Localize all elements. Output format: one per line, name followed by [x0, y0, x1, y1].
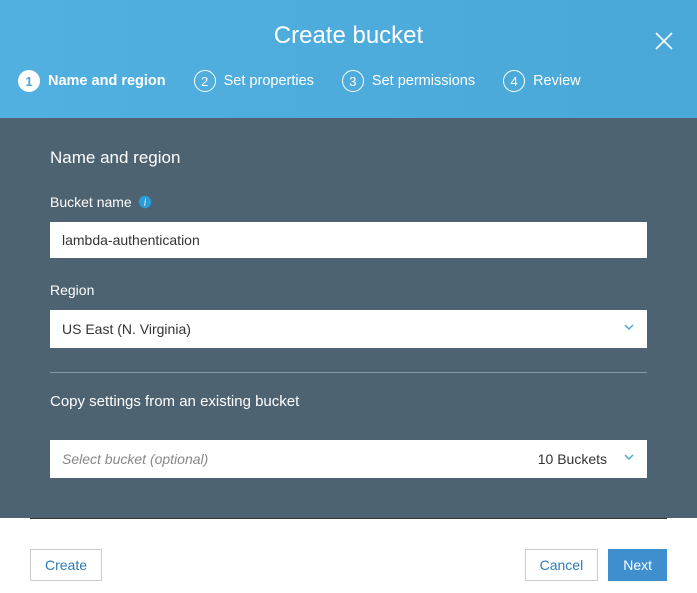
close-button[interactable]: [653, 30, 675, 57]
cancel-button[interactable]: Cancel: [525, 549, 599, 581]
create-button[interactable]: Create: [30, 549, 102, 581]
step-number: 3: [342, 70, 364, 92]
bucket-count: 10 Buckets: [538, 451, 607, 467]
step-number: 4: [503, 70, 525, 92]
step-name-and-region[interactable]: 1 Name and region: [18, 70, 166, 92]
dialog-footer: Create Cancel Next: [30, 518, 667, 592]
step-label: Review: [533, 73, 581, 89]
info-icon[interactable]: i: [138, 195, 152, 209]
bucket-name-input[interactable]: [50, 222, 647, 258]
step-number: 2: [194, 70, 216, 92]
region-field: Region US East (N. Virginia): [50, 282, 647, 348]
step-label: Set properties: [224, 73, 314, 89]
step-set-properties[interactable]: 2 Set properties: [194, 70, 314, 92]
step-label: Name and region: [48, 73, 166, 89]
dialog-body: Name and region Bucket name i Region US …: [0, 118, 697, 518]
wizard-steps: 1 Name and region 2 Set properties 3 Set…: [0, 70, 697, 106]
step-number: 1: [18, 70, 40, 92]
svg-text:i: i: [143, 198, 146, 209]
label-text: Bucket name: [50, 194, 132, 210]
region-label: Region: [50, 282, 647, 298]
bucket-name-field: Bucket name i: [50, 194, 647, 258]
section-title: Name and region: [50, 148, 647, 168]
chevron-down-icon: [623, 320, 635, 338]
dialog-header: Create bucket 1 Name and region 2 Set pr…: [0, 0, 697, 118]
copy-bucket-select[interactable]: Select bucket (optional) 10 Buckets: [50, 440, 647, 478]
step-label: Set permissions: [372, 73, 475, 89]
step-set-permissions[interactable]: 3 Set permissions: [342, 70, 475, 92]
copy-settings-title: Copy settings from an existing bucket: [50, 393, 647, 410]
next-button[interactable]: Next: [608, 549, 667, 581]
dialog-title: Create bucket: [0, 22, 697, 50]
bucket-name-label: Bucket name i: [50, 194, 647, 210]
chevron-down-icon: [623, 450, 635, 468]
copy-bucket-placeholder: Select bucket (optional): [62, 451, 538, 467]
close-icon: [653, 30, 675, 52]
region-select[interactable]: US East (N. Virginia): [50, 310, 647, 348]
dialog-footer-wrap: Create Cancel Next: [0, 518, 697, 593]
divider: [50, 372, 647, 373]
step-review[interactable]: 4 Review: [503, 70, 581, 92]
region-value: US East (N. Virginia): [62, 321, 623, 337]
